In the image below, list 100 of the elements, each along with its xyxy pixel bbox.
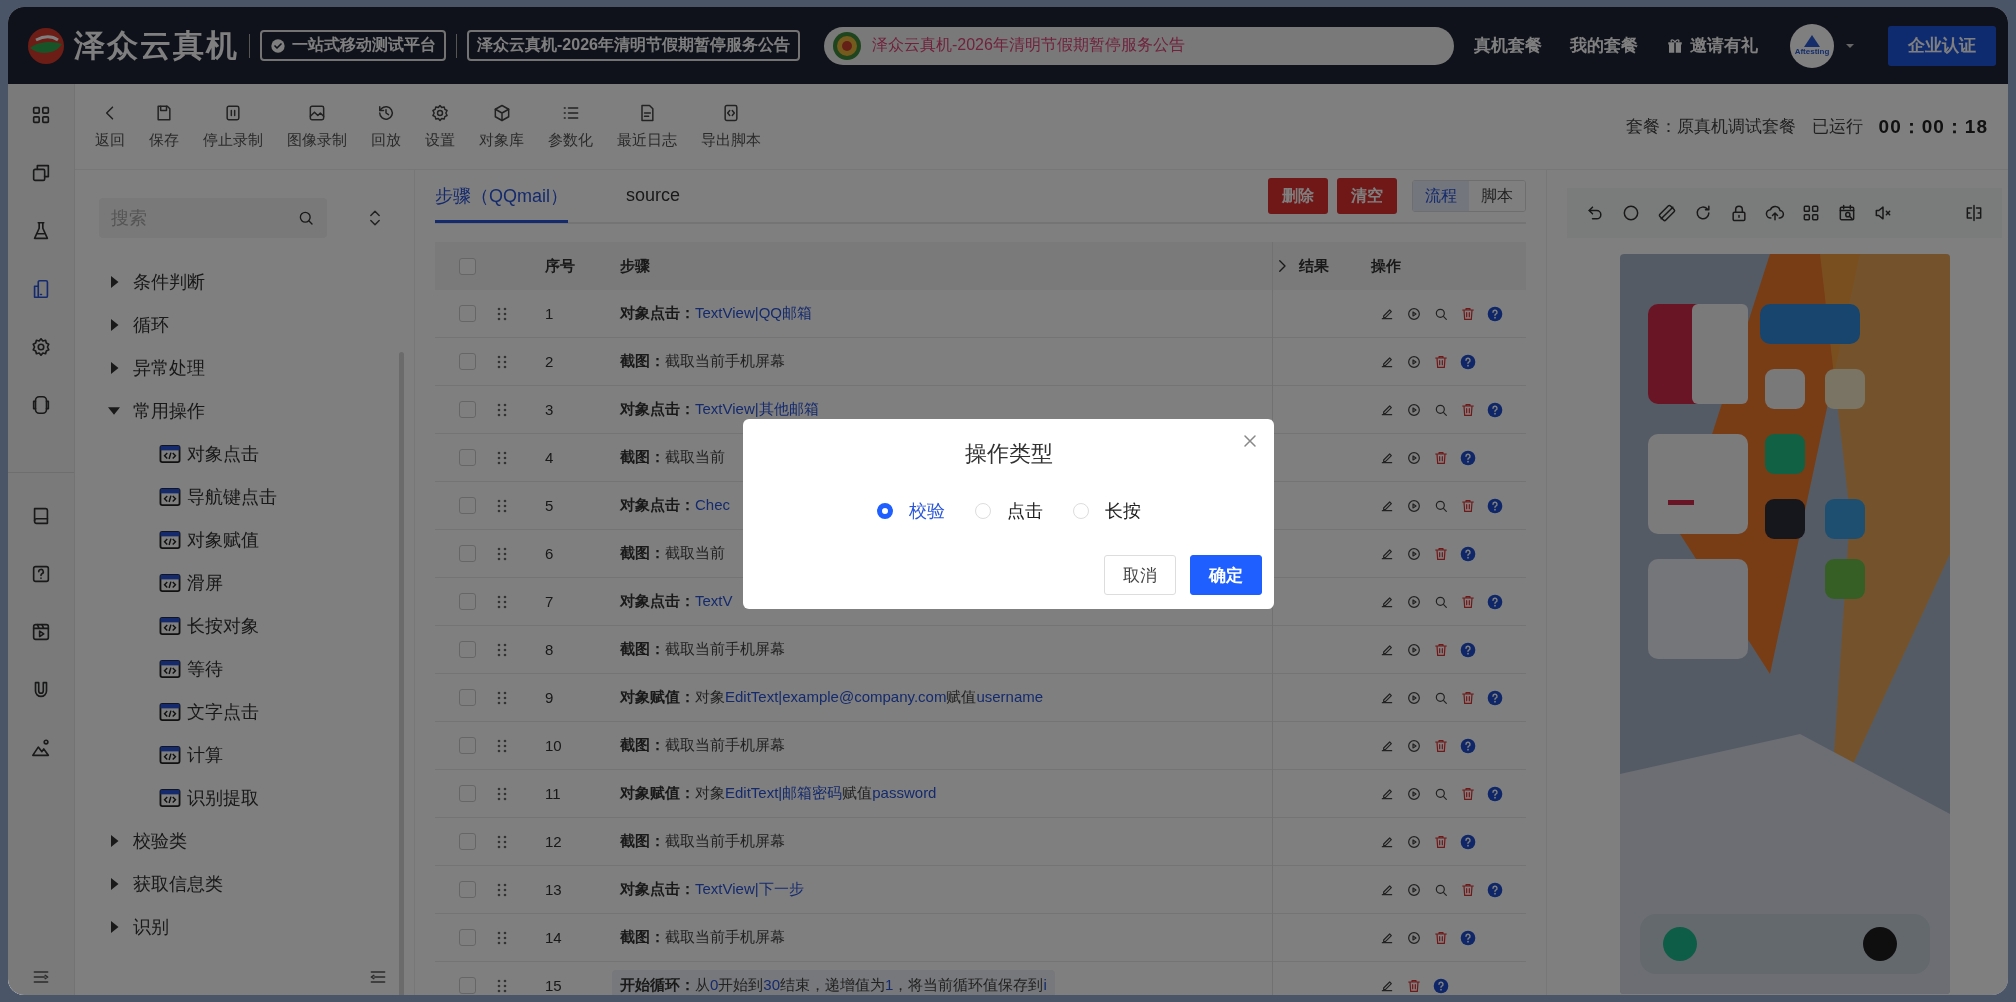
tree-item[interactable]: 常用操作 [99,389,414,432]
delete-button[interactable]: 删除 [1268,178,1328,214]
tree-item[interactable]: 计算 [99,733,414,776]
tree-item[interactable]: 文字点击 [99,690,414,733]
delete-icon[interactable] [1433,353,1449,370]
tree-item[interactable]: 滑屏 [99,561,414,604]
radio-option[interactable]: 校验 [876,499,945,523]
checkbox[interactable] [459,641,476,658]
tree-item[interactable]: 识别提取 [99,776,414,819]
certify-button[interactable]: 企业认证 [1888,25,1996,66]
checkbox[interactable] [459,593,476,610]
play-icon[interactable] [1406,449,1422,466]
play-icon[interactable] [1406,305,1422,322]
drag-handle-icon[interactable] [495,593,509,610]
toolbar-button[interactable]: 回放 [361,103,411,150]
clear-button[interactable]: 清空 [1337,178,1397,214]
calendar-icon[interactable] [1837,203,1857,223]
delete-icon[interactable] [1460,785,1476,802]
delete-icon[interactable] [1406,977,1422,994]
tree-item[interactable]: 识别 [99,905,414,948]
help-icon[interactable] [1433,977,1449,994]
copy-icon[interactable] [30,162,52,184]
toolbar-button[interactable]: 导出脚本 [691,103,771,150]
play-icon[interactable] [1406,929,1422,946]
radio-option[interactable]: 点击 [974,499,1043,523]
notice-badge[interactable]: 泽众云真机-2026年清明节假期暂停服务公告 [467,30,800,61]
delete-icon[interactable] [1433,545,1449,562]
play-icon[interactable] [1406,497,1422,514]
checkbox[interactable] [459,257,476,275]
drag-handle-icon[interactable] [495,785,509,802]
delete-icon[interactable] [1460,689,1476,706]
delete-icon[interactable] [1460,305,1476,322]
delete-icon[interactable] [1433,833,1449,850]
drag-handle-icon[interactable] [495,497,509,514]
grid-icon[interactable] [30,104,52,126]
drag-handle-icon[interactable] [495,641,509,658]
drag-handle-icon[interactable] [495,449,509,466]
drag-handle-icon[interactable] [495,929,509,946]
checkbox[interactable] [459,785,476,802]
tree-item[interactable]: 长按对象 [99,604,414,647]
tab[interactable]: 步骤（QQmail） [435,171,568,223]
play-icon[interactable] [1406,641,1422,658]
checkbox[interactable] [459,545,476,562]
nav-link[interactable]: 邀请有礼 [1666,34,1758,57]
toolbar-button[interactable]: 最近日志 [607,103,687,150]
drag-handle-icon[interactable] [495,737,509,754]
toolbar-button[interactable]: 图像录制 [277,103,357,150]
checkbox[interactable] [459,689,476,706]
toolbar-button[interactable]: 对象库 [469,103,534,150]
phone-icon[interactable] [30,394,52,416]
upload-icon[interactable] [1765,203,1785,223]
radio-option[interactable]: 长按 [1072,499,1141,523]
checkbox[interactable] [459,737,476,754]
nav-link[interactable]: 我的套餐 [1570,34,1638,57]
drag-handle-icon[interactable] [495,353,509,370]
tree-item[interactable]: 导航键点击 [99,475,414,518]
drag-handle-icon[interactable] [495,305,509,322]
lock-icon[interactable] [1729,203,1749,223]
help-icon[interactable] [1487,785,1503,802]
checkbox[interactable] [459,833,476,850]
circle-icon[interactable] [1621,203,1641,223]
checkbox[interactable] [459,977,476,994]
drag-handle-icon[interactable] [495,689,509,706]
drag-handle-icon[interactable] [495,545,509,562]
help-icon[interactable] [1487,689,1503,706]
play-icon[interactable] [1406,401,1422,418]
announcement-bar[interactable]: 泽众云真机-2026年清明节假期暂停服务公告 [823,26,1454,65]
undo-icon[interactable] [1585,203,1605,223]
delete-icon[interactable] [1460,593,1476,610]
help-icon[interactable] [30,563,52,585]
toolbar-button[interactable]: 设置 [415,103,465,150]
delete-icon[interactable] [1433,641,1449,658]
drag-handle-icon[interactable] [495,833,509,850]
rotate-icon[interactable] [1657,203,1677,223]
help-icon[interactable] [1460,929,1476,946]
tree-item[interactable]: 条件判断 [99,260,414,303]
help-icon[interactable] [1487,593,1503,610]
delete-icon[interactable] [1460,881,1476,898]
play-icon[interactable] [1406,833,1422,850]
help-icon[interactable] [1460,449,1476,466]
radio-button[interactable] [876,503,893,519]
drag-handle-icon[interactable] [495,977,509,994]
play-icon[interactable] [1406,737,1422,754]
checkbox[interactable] [459,401,476,418]
delete-icon[interactable] [1433,929,1449,946]
delete-icon[interactable] [1433,449,1449,466]
help-icon[interactable] [1460,737,1476,754]
play-icon[interactable] [1406,785,1422,802]
checkbox[interactable] [459,929,476,946]
tree-item[interactable]: 对象赋值 [99,518,414,561]
delete-icon[interactable] [1433,737,1449,754]
toolbar-button[interactable]: 保存 [139,103,189,150]
play-icon[interactable] [1406,689,1422,706]
grid-icon[interactable] [1801,203,1821,223]
checkbox[interactable] [459,353,476,370]
toolbar-button[interactable]: 停止录制 [193,103,273,150]
drag-handle-icon[interactable] [495,881,509,898]
tree-item[interactable]: 循环 [99,303,414,346]
play-icon[interactable] [1406,545,1422,562]
checkbox[interactable] [459,497,476,514]
